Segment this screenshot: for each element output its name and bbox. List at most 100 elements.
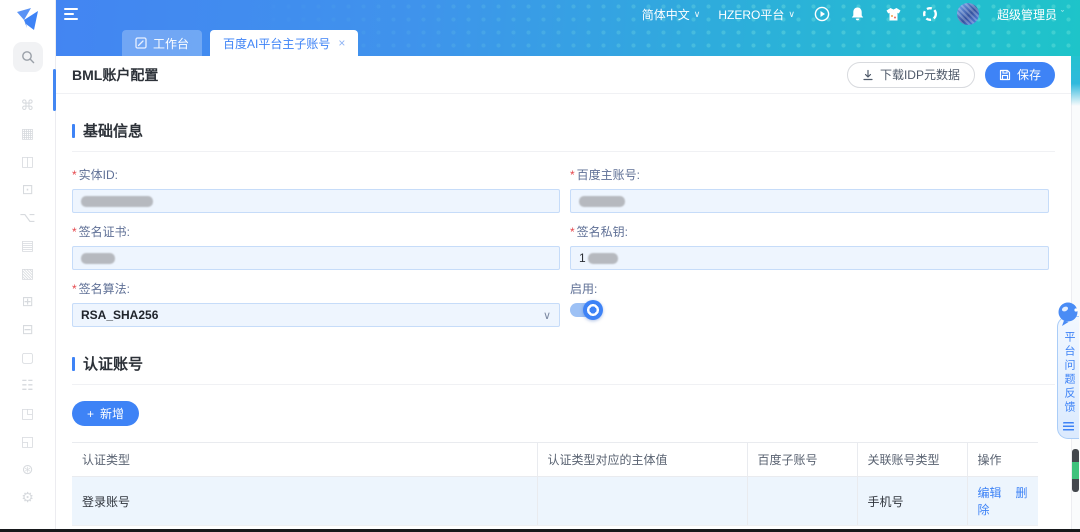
sidebar-icon[interactable]: ⊞ [22, 294, 34, 308]
download-icon [862, 69, 874, 81]
col-baidu-sub-account: 百度子账号 [747, 443, 857, 477]
sidebar-icon[interactable]: ⌘ [20, 98, 34, 112]
entity-id-label: 实体ID: [79, 168, 118, 182]
required-mark: * [72, 168, 77, 182]
app-logo-icon [14, 8, 42, 32]
field-sign-private-key: *签名私钥: 1 [570, 223, 1049, 270]
table-row[interactable]: 登录账号 手机号 编辑删除 [72, 477, 1038, 526]
entity-id-input[interactable] [72, 189, 560, 213]
language-label: 简体中文 [642, 6, 690, 23]
sidebar-icon[interactable]: ◳ [21, 406, 34, 420]
cell-auth-type: 登录账号 [72, 477, 537, 526]
main-panel: BML账户配置 下载IDP元数据 保存 基础信息 [56, 56, 1071, 529]
feedback-label: 平台问题反馈 [1063, 331, 1074, 415]
tab-baidu-ai-account[interactable]: 百度AI平台主子账号 × [210, 30, 358, 56]
redacted-value [588, 253, 618, 264]
plus-icon: + [87, 407, 94, 421]
sidebar-icon[interactable]: ⚙ [21, 490, 34, 504]
table-header-row: 认证类型 认证类型对应的主体值 百度子账号 关联账号类型 操作 [72, 443, 1038, 477]
col-subject-value: 认证类型对应的主体值 [537, 443, 747, 477]
download-idp-button[interactable]: 下载IDP元数据 [847, 62, 975, 88]
user-avatar[interactable] [957, 3, 979, 25]
save-button[interactable]: 保存 [985, 62, 1055, 88]
save-label: 保存 [1017, 66, 1041, 83]
bell-icon[interactable] [849, 5, 867, 23]
private-key-visible-prefix: 1 [579, 251, 586, 265]
field-enabled: 启用: [570, 280, 1049, 327]
page-header: BML账户配置 下载IDP元数据 保存 [56, 56, 1071, 94]
redacted-value [81, 196, 153, 207]
tenant-dropdown[interactable]: HZERO平台 ∨ [718, 6, 795, 23]
basic-info-title-text: 基础信息 [83, 120, 143, 141]
sidebar-icon[interactable]: ▤ [21, 238, 34, 252]
chevron-down-icon: ∨ [543, 309, 551, 322]
baidu-master-account-input[interactable] [570, 189, 1049, 213]
col-actions: 操作 [967, 443, 1038, 477]
tenant-label: HZERO平台 [718, 6, 784, 23]
chevron-down-icon: ∨ [788, 9, 795, 20]
sidebar-icon[interactable]: ☷ [21, 378, 34, 392]
cell-linked-account-type: 手机号 [857, 477, 967, 526]
field-baidu-master-account: *百度主账号: [570, 166, 1049, 213]
sidebar-menu-icons: ⌘ ▦ ◫ ⊡ ⌥ ▤ ▧ ⊞ ⊟ ▢ ☷ ◳ ◱ ⊛ ⚙ [19, 98, 35, 504]
user-menu[interactable]: 超级管理员 ˇ [997, 6, 1064, 23]
tab-workbench-label: 工作台 [153, 35, 189, 52]
toggle-knob [583, 300, 603, 320]
sidebar-icon[interactable]: ⌥ [19, 210, 35, 224]
tab-workbench[interactable]: 工作台 [122, 30, 202, 56]
download-idp-label: 下载IDP元数据 [880, 66, 960, 83]
scrollbar-thumb[interactable] [1072, 449, 1079, 492]
enabled-label: 启用: [570, 282, 597, 296]
basic-info-form: *实体ID: *百度主账号: *签名证书: *签名私钥: [72, 166, 1055, 327]
enabled-toggle[interactable] [570, 303, 600, 317]
play-circle-icon[interactable] [813, 5, 831, 23]
field-entity-id: *实体ID: [72, 166, 560, 213]
cell-actions: 编辑删除 [967, 477, 1038, 526]
sign-algorithm-label: 签名算法: [79, 282, 130, 296]
workbench-icon [135, 37, 147, 49]
sidebar-icon[interactable]: ⊛ [22, 462, 34, 476]
search-button[interactable] [13, 42, 43, 72]
sidebar-icon[interactable]: ⊡ [22, 182, 34, 196]
required-mark: * [72, 282, 77, 296]
feedback-balloon-icon [1056, 301, 1080, 329]
redacted-value [579, 196, 625, 207]
search-icon [21, 50, 35, 64]
field-sign-algorithm: *签名算法: RSA_SHA256 ∨ [72, 280, 560, 327]
edit-link[interactable]: 编辑 [978, 486, 1002, 500]
page-title: BML账户配置 [72, 65, 847, 85]
required-mark: * [72, 225, 77, 239]
add-button-label: 新增 [100, 405, 124, 422]
sidebar-icon[interactable]: ▧ [21, 266, 34, 280]
auth-account-table: 认证类型 认证类型对应的主体值 百度子账号 关联账号类型 操作 登录账号 手机号… [72, 442, 1038, 526]
theme-shirt-icon[interactable] [885, 5, 903, 23]
sign-private-key-label: 签名私钥: [577, 225, 628, 239]
auth-account-title-text: 认证账号 [83, 353, 143, 374]
basic-info-section-title: 基础信息 [72, 120, 1055, 141]
sidebar-icon[interactable]: ▢ [21, 350, 34, 364]
close-icon[interactable]: × [338, 36, 345, 50]
language-dropdown[interactable]: 简体中文 ∨ [642, 6, 701, 23]
sign-private-key-input[interactable]: 1 [570, 246, 1049, 270]
user-name: 超级管理员 [997, 6, 1057, 23]
save-icon [999, 69, 1011, 81]
sidebar-icon[interactable]: ◱ [21, 434, 34, 448]
scrollbar-highlight [1072, 462, 1079, 479]
sidebar-icon[interactable]: ▦ [21, 126, 34, 140]
col-auth-type: 认证类型 [72, 443, 537, 477]
sidebar-icon[interactable]: ◫ [21, 154, 34, 168]
add-button[interactable]: + 新增 [72, 401, 139, 426]
sign-algorithm-select[interactable]: RSA_SHA256 ∨ [72, 303, 560, 327]
feedback-widget[interactable]: 平台问题反馈 [1057, 316, 1079, 439]
loading-ring-icon[interactable] [921, 5, 939, 23]
redacted-value [81, 253, 115, 264]
menu-toggle-icon[interactable] [64, 8, 80, 20]
field-sign-certificate: *签名证书: [72, 223, 560, 270]
sidebar-icon[interactable]: ⊟ [22, 322, 34, 336]
top-banner: 简体中文 ∨ HZERO平台 ∨ [56, 0, 1080, 56]
section-divider [72, 384, 1055, 385]
col-linked-account-type: 关联账号类型 [857, 443, 967, 477]
sign-certificate-input[interactable] [72, 246, 560, 270]
auth-account-section-title: 认证账号 [72, 353, 1055, 374]
sidebar-scrollbar[interactable] [53, 69, 56, 111]
